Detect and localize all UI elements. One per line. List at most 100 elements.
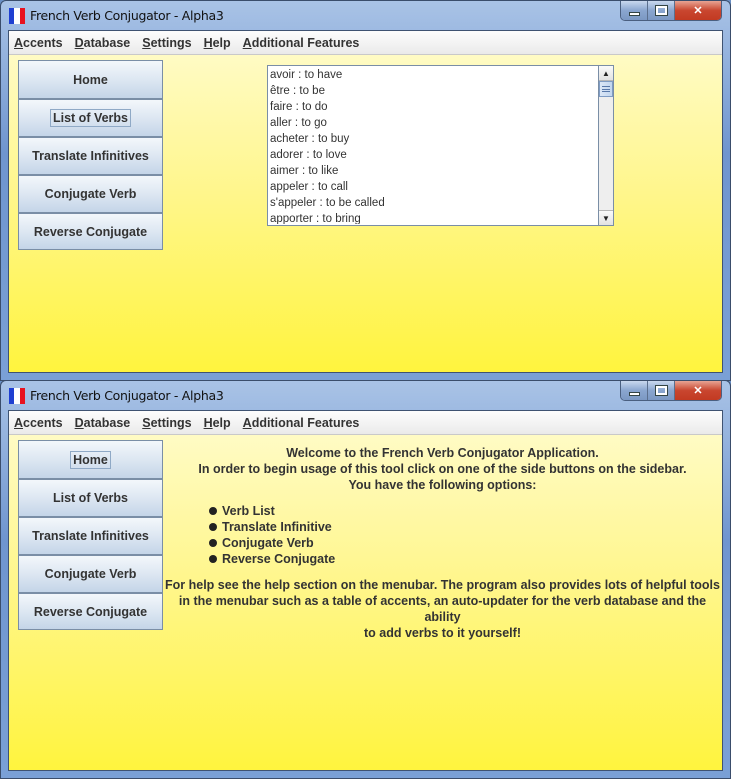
verb-list: avoir : to have être : to be faire : to do… bbox=[269, 67, 597, 224]
content-panel: Home List of Verbs Translate Infinitives… bbox=[9, 55, 722, 372]
option-item: Translate Infinitive bbox=[209, 519, 722, 535]
verb-list-item[interactable]: adorer : to love bbox=[269, 147, 597, 163]
caption-buttons: ✕ bbox=[620, 1, 722, 21]
caption-buttons: ✕ bbox=[620, 381, 722, 401]
arrow-down-icon: ▼ bbox=[602, 213, 610, 223]
sidebar-button-translate-infinitives[interactable]: Translate Infinitives bbox=[18, 516, 163, 554]
menu-mnemonic: A bbox=[14, 35, 24, 50]
title-bar[interactable]: French Verb Conjugator - Alpha3 ✕ bbox=[1, 381, 730, 409]
close-button[interactable]: ✕ bbox=[675, 1, 721, 20]
maximize-icon bbox=[654, 385, 668, 396]
verb-list-item[interactable]: appeler : to call bbox=[269, 179, 597, 195]
menu-label: ccents bbox=[23, 415, 63, 430]
button-label: List of Verbs bbox=[52, 491, 129, 505]
button-label: Translate Infinitives bbox=[32, 529, 149, 543]
button-label: Conjugate Verb bbox=[44, 567, 137, 581]
menu-mnemonic: S bbox=[142, 35, 151, 50]
close-button[interactable]: ✕ bbox=[675, 381, 721, 400]
sidebar-button-reverse-conjugate[interactable]: Reverse Conjugate bbox=[18, 212, 163, 250]
sidebar-button-translate-infinitives[interactable]: Translate Infinitives bbox=[18, 136, 163, 174]
maximize-button[interactable] bbox=[648, 1, 675, 20]
verb-list-box[interactable]: avoir : to have être : to be faire : to do… bbox=[267, 65, 614, 226]
verb-list-item[interactable]: faire : to do bbox=[269, 99, 597, 115]
maximize-icon bbox=[654, 5, 668, 16]
close-icon: ✕ bbox=[693, 5, 703, 17]
french-flag-icon bbox=[9, 8, 25, 24]
sidebar-button-home[interactable]: Home bbox=[18, 60, 163, 98]
menu-label: elp bbox=[212, 35, 231, 50]
sidebar-button-conjugate-verb[interactable]: Conjugate Verb bbox=[18, 554, 163, 592]
menu-mnemonic: S bbox=[142, 415, 151, 430]
option-label: Verb List bbox=[222, 504, 275, 518]
window-title: French Verb Conjugator - Alpha3 bbox=[30, 388, 224, 403]
vertical-scrollbar[interactable]: ▲ ▼ bbox=[598, 66, 613, 225]
bullet-icon bbox=[209, 507, 217, 515]
button-label: Translate Infinitives bbox=[32, 149, 149, 163]
bullet-icon bbox=[209, 523, 217, 531]
button-label: Reverse Conjugate bbox=[33, 224, 148, 239]
menu-mnemonic: H bbox=[203, 35, 213, 50]
sidebar-button-list-of-verbs[interactable]: List of Verbs bbox=[18, 98, 163, 136]
window-verb-list: French Verb Conjugator - Alpha3 ✕ Accent… bbox=[0, 0, 731, 381]
grip-icon bbox=[602, 86, 610, 92]
menu-settings[interactable]: Settings bbox=[142, 416, 191, 430]
minimize-icon bbox=[628, 391, 640, 396]
menu-mnemonic: D bbox=[74, 35, 84, 50]
menu-additional-features[interactable]: Additional Features bbox=[243, 36, 360, 50]
french-flag-icon bbox=[9, 388, 25, 404]
verb-list-item[interactable]: s'appeler : to be called bbox=[269, 195, 597, 211]
bullet-icon bbox=[209, 539, 217, 547]
scroll-down-button[interactable]: ▼ bbox=[599, 210, 613, 225]
menu-accents[interactable]: Accents bbox=[14, 36, 63, 50]
bullet-icon bbox=[209, 555, 217, 563]
scroll-thumb[interactable] bbox=[599, 81, 613, 97]
window-home: French Verb Conjugator - Alpha3 ✕ Accent… bbox=[0, 380, 731, 779]
menu-settings[interactable]: Settings bbox=[142, 36, 191, 50]
sidebar: Home List of Verbs Translate Infinitives… bbox=[18, 60, 163, 250]
options-list: Verb List Translate Infinitive Conjugate… bbox=[209, 503, 722, 567]
title-bar[interactable]: French Verb Conjugator - Alpha3 ✕ bbox=[1, 1, 730, 29]
verb-list-item[interactable]: acheter : to buy bbox=[269, 131, 597, 147]
menu-help[interactable]: Help bbox=[204, 416, 231, 430]
verb-list-item[interactable]: être : to be bbox=[269, 83, 597, 99]
menu-database[interactable]: Database bbox=[75, 416, 131, 430]
button-label: Reverse Conjugate bbox=[33, 604, 148, 619]
home-panel: Welcome to the French Verb Conjugator Ap… bbox=[163, 445, 722, 641]
button-label: Home bbox=[70, 450, 111, 469]
menu-accents[interactable]: Accents bbox=[14, 416, 63, 430]
minimize-button[interactable] bbox=[621, 381, 648, 400]
scroll-up-button[interactable]: ▲ bbox=[599, 66, 613, 81]
menu-label: ettings bbox=[150, 35, 192, 50]
verb-list-item[interactable]: aller : to go bbox=[269, 115, 597, 131]
sidebar-button-home[interactable]: Home bbox=[18, 440, 163, 478]
verb-list-item[interactable]: avoir : to have bbox=[269, 67, 597, 83]
menu-additional-features[interactable]: Additional Features bbox=[243, 416, 360, 430]
option-item: Verb List bbox=[209, 503, 722, 519]
close-icon: ✕ bbox=[693, 385, 703, 397]
sidebar-button-reverse-conjugate[interactable]: Reverse Conjugate bbox=[18, 592, 163, 630]
minimize-icon bbox=[628, 11, 640, 16]
minimize-button[interactable] bbox=[621, 1, 648, 20]
help-line: to add verbs to it yourself! bbox=[364, 626, 521, 640]
menu-mnemonic: A bbox=[242, 415, 252, 430]
welcome-line: In order to begin usage of this tool cli… bbox=[198, 462, 687, 476]
menubar: Accents Database Settings Help Additiona… bbox=[9, 411, 722, 435]
verb-list-item[interactable]: apporter : to bring bbox=[269, 211, 597, 224]
welcome-line: Welcome to the French Verb Conjugator Ap… bbox=[286, 446, 599, 460]
menu-label: elp bbox=[212, 415, 231, 430]
help-line: in the menubar such as a table of accent… bbox=[178, 594, 707, 624]
help-line: For help see the help section on the men… bbox=[165, 578, 720, 592]
maximize-button[interactable] bbox=[648, 381, 675, 400]
button-label: List of Verbs bbox=[49, 109, 132, 127]
verb-list-item[interactable]: aimer : to like bbox=[269, 163, 597, 179]
menu-mnemonic: A bbox=[14, 415, 24, 430]
client-area: Accents Database Settings Help Additiona… bbox=[8, 30, 723, 373]
menu-help[interactable]: Help bbox=[204, 36, 231, 50]
sidebar-button-list-of-verbs[interactable]: List of Verbs bbox=[18, 478, 163, 516]
arrow-up-icon: ▲ bbox=[602, 68, 610, 78]
welcome-line: You have the following options: bbox=[348, 478, 537, 492]
menu-database[interactable]: Database bbox=[75, 36, 131, 50]
sidebar-button-conjugate-verb[interactable]: Conjugate Verb bbox=[18, 174, 163, 212]
option-item: Conjugate Verb bbox=[209, 535, 722, 551]
menu-label: atabase bbox=[83, 415, 131, 430]
